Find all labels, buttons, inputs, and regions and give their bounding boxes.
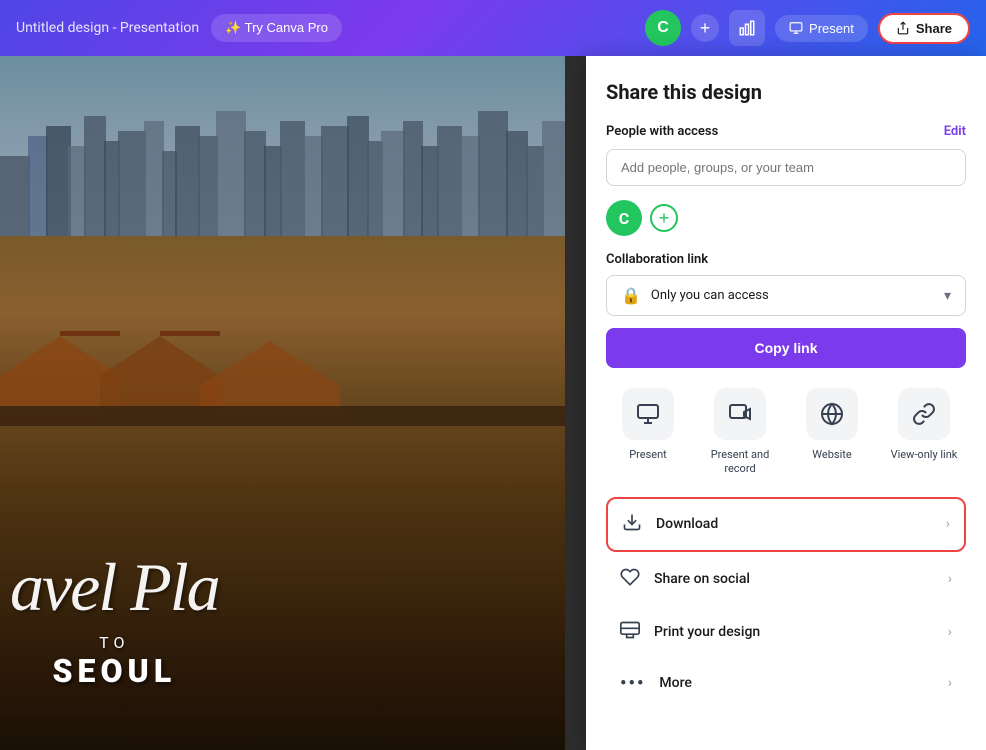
share-social-chevron-icon: › — [948, 571, 952, 587]
try-canva-pro-button[interactable]: ✨ Try Canva Pro — [211, 14, 342, 42]
add-user-button[interactable]: + — [650, 204, 678, 232]
app-header: Untitled design - Presentation ✨ Try Can… — [0, 0, 986, 56]
copy-link-button[interactable]: Copy link — [606, 328, 966, 368]
more-chevron-icon: › — [948, 675, 952, 691]
header-left: Untitled design - Presentation ✨ Try Can… — [16, 14, 342, 42]
download-list-item[interactable]: Download › — [606, 497, 966, 552]
share-button[interactable]: Share — [878, 13, 970, 44]
view-only-link-icon — [898, 388, 950, 440]
people-access-label: People with access — [606, 124, 718, 139]
lock-icon: 🔒 — [621, 286, 641, 305]
header-right: C + Present Share — [645, 10, 970, 46]
share-social-label: Share on social — [654, 571, 750, 587]
website-action-label: Website — [812, 448, 851, 462]
slide-image: avel Pla TO Seoul — [0, 56, 565, 750]
present-button[interactable]: Present — [775, 15, 868, 42]
present-record-action-label: Present and record — [698, 448, 782, 477]
dropdown-left: 🔒 Only you can access — [621, 286, 769, 305]
print-list-item[interactable]: Print your design › — [606, 607, 966, 658]
collaboration-link-label: Collaboration link — [606, 252, 966, 267]
people-access-row: People with access Edit — [606, 124, 966, 139]
present-action-label: Present — [629, 448, 667, 462]
present-icon — [622, 388, 674, 440]
present-action[interactable]: Present — [606, 388, 690, 477]
view-only-link-action[interactable]: View-only link — [882, 388, 966, 477]
share-panel: Share this design People with access Edi… — [586, 56, 986, 750]
add-people-input[interactable] — [606, 149, 966, 186]
edit-link[interactable]: Edit — [944, 124, 966, 139]
traditional-rooftops — [0, 176, 565, 426]
share-social-icon — [620, 567, 640, 592]
analytics-icon-button[interactable] — [729, 10, 765, 46]
view-only-link-action-label: View-only link — [891, 448, 958, 462]
download-label: Download — [656, 516, 718, 532]
more-list-item[interactable]: ••• More › — [606, 660, 966, 707]
download-icon — [622, 512, 642, 537]
more-icon: ••• — [620, 673, 645, 694]
print-label: Print your design — [654, 624, 760, 640]
website-icon — [806, 388, 858, 440]
download-chevron-icon: › — [946, 516, 950, 532]
document-title: Untitled design - Presentation — [16, 20, 199, 36]
print-icon — [620, 620, 640, 645]
print-chevron-icon: › — [948, 624, 952, 640]
share-social-list-item[interactable]: Share on social › — [606, 554, 966, 605]
seoul-text: Seoul — [10, 652, 219, 690]
present-record-icon — [714, 388, 766, 440]
panel-title: Share this design — [606, 80, 966, 104]
website-action[interactable]: Website — [790, 388, 874, 477]
user-avatar-button[interactable]: C — [645, 10, 681, 46]
chevron-down-icon: ▾ — [944, 288, 951, 304]
user-row: C + — [606, 200, 966, 236]
more-label: More — [659, 675, 692, 691]
user-avatar: C — [606, 200, 642, 236]
add-button[interactable]: + — [691, 14, 719, 42]
only-you-label: Only you can access — [651, 288, 769, 303]
to-text: TO — [10, 633, 219, 652]
slide-text: avel Pla TO Seoul — [10, 553, 219, 690]
action-grid: Present Present and record Website View-… — [606, 388, 966, 477]
present-record-action[interactable]: Present and record — [698, 388, 782, 477]
collaboration-link-dropdown[interactable]: 🔒 Only you can access ▾ — [606, 275, 966, 316]
